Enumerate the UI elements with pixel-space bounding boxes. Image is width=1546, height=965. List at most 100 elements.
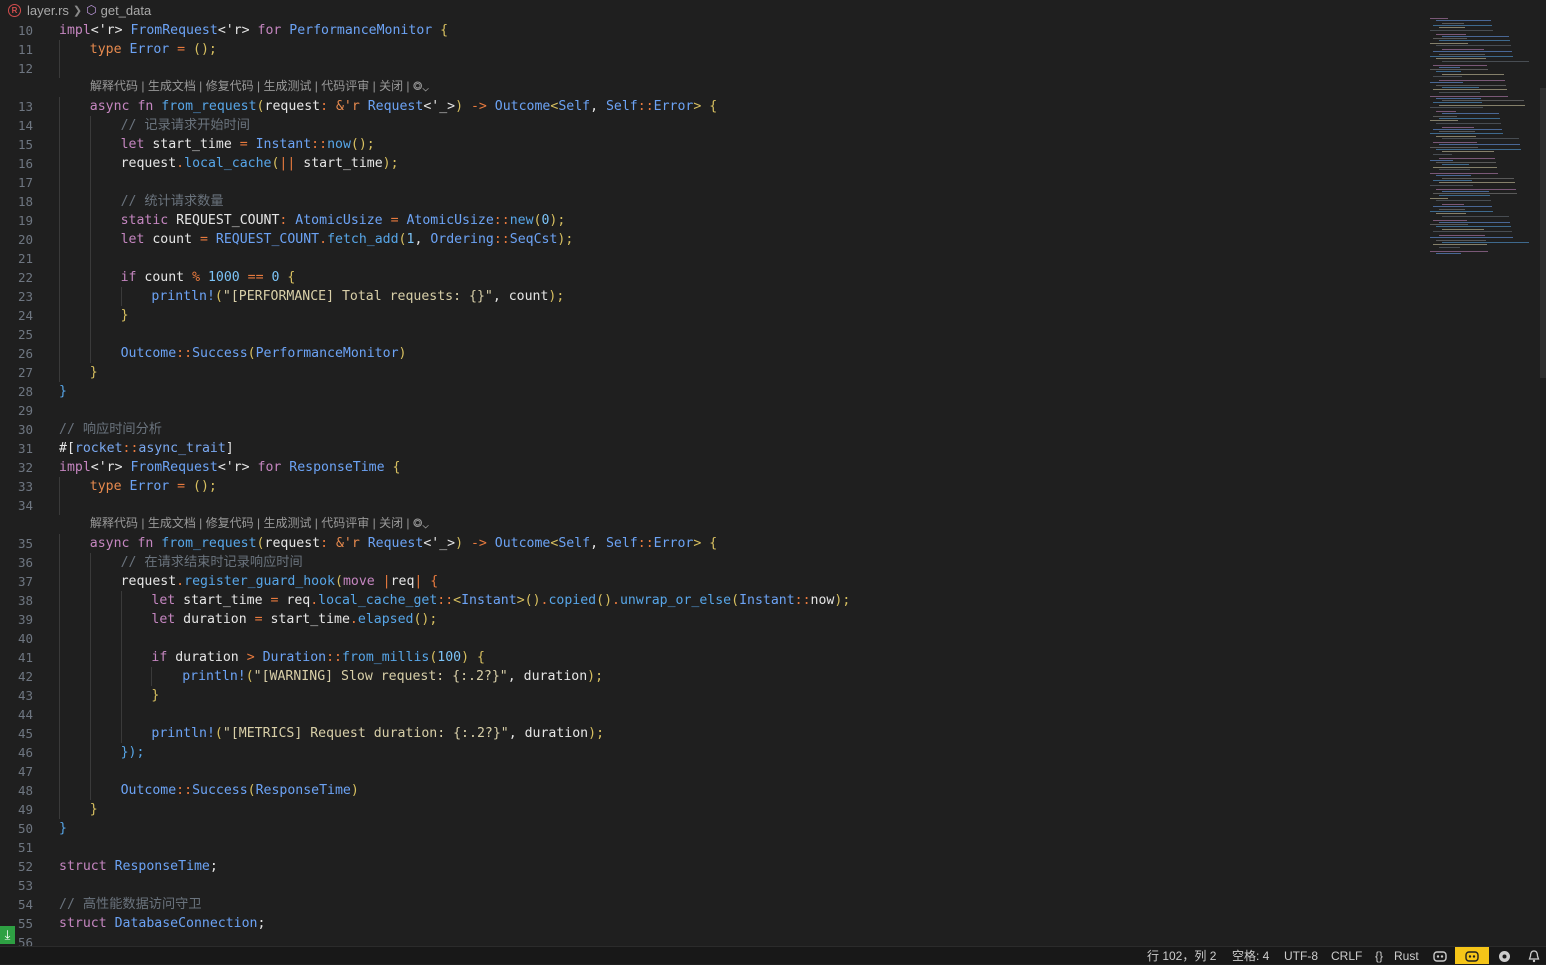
code-line: 32 impl<'r> FromRequest<'r> for ResponseT… [0, 458, 1424, 477]
code-lens-action[interactable]: 解释代码 [90, 516, 138, 530]
code-text[interactable]: Outcome::Success(ResponseTime) [121, 781, 359, 800]
code-text[interactable]: Outcome::Success(PerformanceMonitor) [121, 344, 407, 363]
code-lens-action[interactable]: 生成文档 [148, 516, 196, 530]
code-text[interactable]: println!("[PERFORMANCE] Total requests: … [151, 287, 564, 306]
code-token: { [384, 460, 401, 475]
copilot-active-icon[interactable] [1455, 947, 1489, 964]
code-editor[interactable]: 10 impl<'r> FromRequest<'r> for Performan… [0, 21, 1424, 946]
minimap[interactable] [1426, 18, 1544, 258]
minimap-line [1442, 22, 1464, 24]
code-text[interactable]: let start_time = req.local_cache_get::<I… [151, 591, 850, 610]
code-token: ( [256, 99, 265, 114]
code-text[interactable]: struct DatabaseConnection; [59, 914, 265, 933]
encoding-setting[interactable]: UTF-8 [1284, 947, 1318, 965]
code-text[interactable]: let start_time = Instant::now(); [121, 135, 375, 154]
code-text[interactable]: } [90, 363, 98, 382]
line-number: 33 [17, 479, 33, 494]
code-text[interactable]: } [59, 819, 67, 838]
code-text[interactable]: request.register_guard_hook(move |req| { [121, 572, 439, 591]
code-token: = [169, 42, 194, 57]
indentation-setting[interactable]: 空格: 4 [1232, 947, 1269, 965]
code-text[interactable]: async fn from_request(request: &'r Reque… [90, 97, 717, 116]
settings-icon[interactable] [1497, 949, 1511, 963]
code-text[interactable]: if duration > Duration::from_millis(100)… [151, 648, 485, 667]
code-text[interactable]: #[rocket::async_trait] [59, 439, 234, 458]
code-lens-action[interactable]: 代码评审 [321, 79, 369, 93]
code-token: Success [192, 346, 248, 361]
indent-guide [59, 724, 60, 743]
chevron-right-icon: ❯ [72, 4, 83, 17]
code-token: req [286, 593, 311, 608]
code-token: type [89, 42, 130, 57]
code-text[interactable]: static REQUEST_COUNT: AtomicUsize = Atom… [121, 211, 566, 230]
code-lens-action[interactable]: 关闭 [379, 79, 403, 93]
code-text[interactable]: impl<'r> FromRequest<'r> for ResponseTim… [59, 458, 400, 477]
code-text[interactable]: // 响应时间分析 [59, 420, 162, 439]
code-lens-more-icon[interactable]: ⭗⌄ [413, 79, 429, 93]
code-line: 15 let start_time = Instant::now(); [0, 135, 1424, 154]
line-number: 39 [17, 612, 33, 627]
code-lens-action[interactable]: 生成文档 [148, 79, 196, 93]
code-text[interactable]: } [151, 686, 159, 705]
indent-guide [120, 610, 122, 629]
code-text[interactable]: request.local_cache(|| start_time); [121, 154, 399, 173]
code-lens-action[interactable]: 代码评审 [321, 516, 369, 530]
code-token: Duration [262, 650, 327, 665]
cursor-position[interactable]: 行 102，列 2 [1147, 947, 1216, 965]
code-token: async [89, 536, 138, 551]
code-text[interactable]: let count = REQUEST_COUNT.fetch_add(1, O… [121, 230, 574, 249]
code-token: | { [414, 574, 439, 589]
code-text[interactable]: println!("[WARNING] Slow request: {:.2?}… [182, 667, 603, 686]
code-token: ) [455, 536, 464, 551]
copilot-icon[interactable] [1433, 949, 1447, 963]
code-lens-action[interactable]: 生成测试 [263, 516, 311, 530]
indent-guide [59, 705, 60, 724]
code-token: Request [367, 99, 424, 114]
code-text[interactable]: // 统计请求数量 [121, 192, 224, 211]
code-text[interactable]: type Error = (); [90, 40, 217, 59]
code-token: request [120, 156, 177, 171]
code-lens-action[interactable]: 生成测试 [263, 79, 311, 93]
code-lens-more-icon[interactable]: ⭗⌄ [413, 516, 429, 530]
line-number: 21 [17, 251, 33, 266]
code-token: Self [558, 536, 591, 551]
code-text[interactable]: if count % 1000 == 0 { [121, 268, 296, 287]
code-text[interactable]: // 记录请求开始时间 [121, 116, 250, 135]
code-text[interactable]: }); [121, 743, 145, 762]
minimap-line [1442, 86, 1479, 88]
breadcrumb: R layer.rs ❯ ⬡ get_data [0, 0, 1546, 20]
code-text[interactable]: let duration = start_time.elapsed(); [151, 610, 437, 629]
breadcrumb-file[interactable]: layer.rs [27, 3, 69, 18]
breadcrumb-symbol[interactable]: get_data [101, 3, 152, 18]
download-icon[interactable]: ⤓ [0, 926, 15, 944]
vertical-scrollbar[interactable] [1540, 88, 1546, 378]
code-text[interactable]: async fn from_request(request: &'r Reque… [90, 534, 717, 553]
code-text[interactable]: } [90, 800, 98, 819]
code-lens-separator: | [138, 79, 148, 93]
code-token: for [257, 23, 290, 38]
code-token: ); [587, 669, 604, 684]
code-text[interactable]: struct ResponseTime; [59, 857, 218, 876]
code-line: 45 println!("[METRICS] Request duration: … [0, 724, 1424, 743]
indent-guide [89, 325, 91, 344]
code-lens-action[interactable]: 修复代码 [206, 516, 254, 530]
language-mode[interactable]: Rust [1394, 947, 1419, 965]
line-ending-setting[interactable]: CRLF [1331, 947, 1362, 965]
code-text[interactable]: } [121, 306, 129, 325]
code-text[interactable]: // 在请求结束时记录响应时间 [121, 553, 303, 572]
code-token: // 响应时间分析 [59, 422, 162, 437]
code-text[interactable]: println!("[METRICS] Request duration: {:… [151, 724, 604, 743]
code-text[interactable]: // 高性能数据访问守卫 [59, 895, 202, 914]
line-number: 37 [17, 574, 33, 589]
code-token: ResponseTime [255, 783, 351, 798]
code-text[interactable]: impl<'r> FromRequest<'r> for Performance… [59, 21, 448, 40]
indent-guide [59, 553, 60, 572]
code-lens-action[interactable]: 解释代码 [90, 79, 138, 93]
bell-icon[interactable] [1527, 949, 1541, 963]
code-lens-action[interactable]: 修复代码 [206, 79, 254, 93]
code-text[interactable]: } [59, 382, 67, 401]
code-text[interactable]: type Error = (); [90, 477, 217, 496]
code-lens-action[interactable]: 关闭 [379, 516, 403, 530]
minimap-line [1433, 24, 1492, 26]
line-number: 26 [17, 346, 33, 361]
